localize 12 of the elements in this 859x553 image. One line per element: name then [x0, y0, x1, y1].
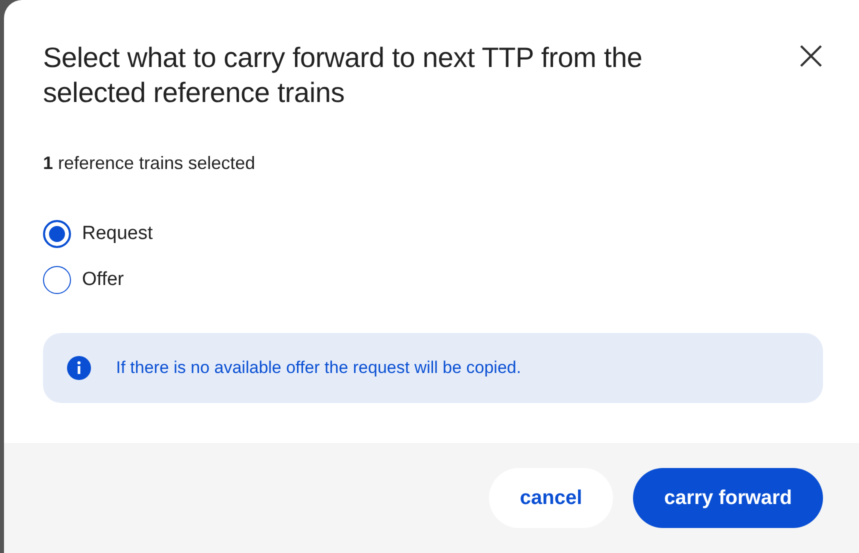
info-icon	[67, 356, 91, 380]
info-message: If there is no available offer the request will be copied.	[116, 358, 522, 378]
option-label: Offer	[82, 269, 124, 291]
option-label: Request	[82, 223, 153, 245]
radio-button[interactable]	[43, 220, 71, 248]
cancel-button[interactable]: cancel	[488, 468, 614, 528]
close-icon	[799, 44, 823, 68]
close-button[interactable]	[799, 44, 823, 68]
carry-forward-button[interactable]: carry forward	[633, 468, 823, 528]
selection-summary: 1 reference trains selected	[43, 153, 256, 174]
dialog-title: Select what to carry forward to next TTP from the selected reference trains	[43, 41, 644, 110]
radio-button[interactable]	[43, 266, 71, 294]
